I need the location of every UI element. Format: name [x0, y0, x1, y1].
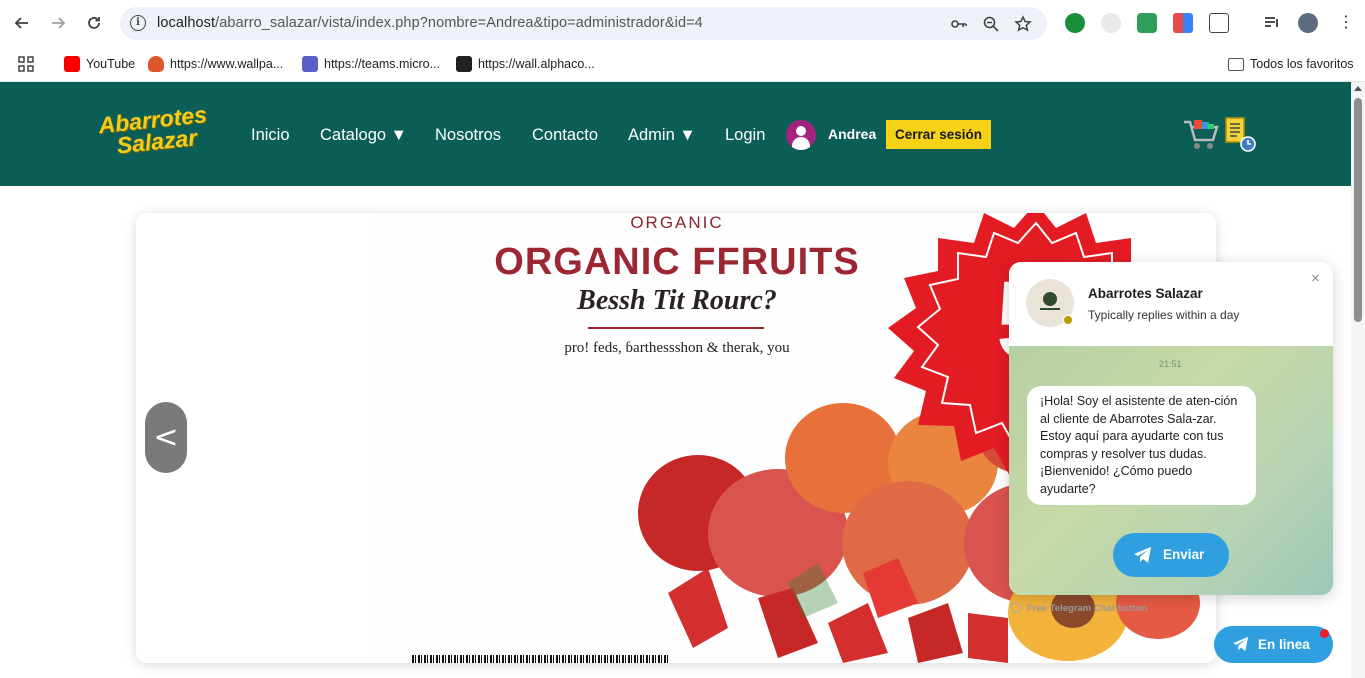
flame-icon: [148, 56, 164, 72]
chat-message-bubble: ¡Hola! Soy el asistente de aten-ción al …: [1027, 386, 1256, 505]
address-bar[interactable]: i localhost/abarro_salazar/vista/index.p…: [120, 7, 1047, 40]
media-control-icon[interactable]: [1262, 13, 1282, 33]
carousel-prev-button[interactable]: <: [145, 402, 187, 473]
notification-badge: [1320, 629, 1329, 638]
chat-widget: Abarrotes Salazar Typically replies with…: [1009, 262, 1333, 595]
telegram-plane-icon: [1233, 636, 1249, 652]
puzzle-extensions-icon[interactable]: [1209, 13, 1229, 33]
chat-avatar-logo: [1026, 279, 1074, 327]
scrollbar-thumb[interactable]: [1354, 98, 1362, 322]
chat-toggle-button[interactable]: En linea: [1214, 626, 1333, 663]
chat-body: 21:51 ¡Hola! Soy el asistente de aten-ci…: [1009, 346, 1333, 595]
forward-arrow-icon[interactable]: [46, 11, 70, 35]
bookmark-youtube[interactable]: YouTube: [64, 54, 135, 74]
zoom-icon[interactable]: [982, 15, 1000, 33]
youtube-icon: [64, 56, 80, 72]
page-scrollbar[interactable]: [1351, 82, 1365, 678]
site-logo[interactable]: Abarrotes Salazar: [97, 101, 222, 170]
menu-kebab-icon[interactable]: ⋮: [1336, 13, 1356, 33]
site-info-icon[interactable]: i: [130, 15, 146, 31]
bookmark-alphacoders[interactable]: https://wall.alphaco...: [456, 54, 595, 74]
chat-timestamp: 21:51: [1159, 359, 1182, 369]
orders-clipboard-icon[interactable]: [1224, 116, 1258, 154]
nav-inicio[interactable]: Inicio: [251, 126, 290, 145]
folder-icon: [1228, 57, 1244, 71]
bookmark-star-icon[interactable]: [1014, 15, 1032, 33]
bookmark-wallpaper[interactable]: https://www.wallpa...: [148, 54, 283, 74]
extension-grey-icon[interactable]: [1101, 13, 1121, 33]
send-button[interactable]: Enviar: [1113, 533, 1229, 577]
user-name: Andrea: [828, 126, 877, 142]
credit-icon: [1011, 602, 1022, 613]
chat-close-icon[interactable]: ×: [1311, 270, 1320, 287]
user-avatar-icon[interactable]: [786, 120, 816, 150]
reload-icon[interactable]: [82, 11, 106, 35]
chat-title: Abarrotes Salazar: [1088, 286, 1203, 301]
shopping-cart-icon[interactable]: [1182, 116, 1220, 152]
nav-nosotros[interactable]: Nosotros: [435, 126, 501, 145]
shield-icon[interactable]: [1137, 13, 1157, 33]
site-header: Abarrotes Salazar Inicio Catalogo ▼ Noso…: [0, 82, 1351, 186]
chat-header: Abarrotes Salazar Typically replies with…: [1009, 262, 1333, 346]
profile-avatar[interactable]: [1298, 13, 1318, 33]
bookmarks-bar: YouTube https://www.wallpa... https://te…: [0, 46, 1365, 82]
alphacoders-icon: [456, 56, 472, 72]
banner-barcode: [412, 655, 668, 663]
password-key-icon[interactable]: [950, 15, 968, 33]
url-text[interactable]: localhost/abarro_salazar/vista/index.php…: [157, 15, 703, 31]
nav-contacto[interactable]: Contacto: [532, 126, 598, 145]
teams-icon: [302, 56, 318, 72]
banner-divider: [588, 327, 764, 329]
nav-catalogo-dropdown[interactable]: Catalogo ▼: [320, 126, 407, 145]
back-arrow-icon[interactable]: [10, 11, 34, 35]
telegram-plane-icon: [1134, 547, 1151, 563]
online-status-dot: [1063, 315, 1073, 325]
chat-credit-link[interactable]: Free Telegram Chat button: [1011, 602, 1147, 614]
apps-grid-icon[interactable]: [18, 54, 34, 74]
logout-button[interactable]: Cerrar sesión: [886, 120, 991, 149]
extension-green-icon[interactable]: [1065, 13, 1085, 33]
nav-login[interactable]: Login: [725, 126, 765, 145]
extension-colorful-icon[interactable]: [1173, 13, 1193, 33]
bookmark-teams[interactable]: https://teams.micro...: [302, 54, 440, 74]
all-bookmarks[interactable]: Todos los favoritos: [1228, 54, 1354, 74]
browser-toolbar: i localhost/abarro_salazar/vista/index.p…: [0, 0, 1365, 46]
chat-subtitle: Typically replies within a day: [1088, 308, 1240, 322]
nav-admin-dropdown[interactable]: Admin ▼: [628, 126, 696, 145]
